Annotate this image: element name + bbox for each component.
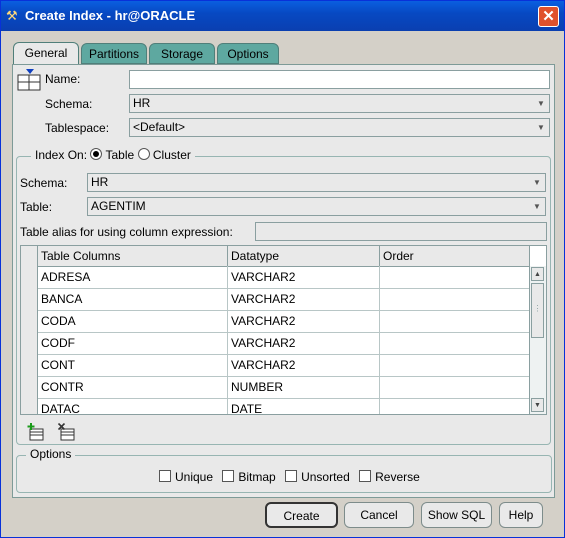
tablespace-label: Tablespace: [45, 121, 110, 135]
unique-label[interactable]: Unique [175, 470, 213, 484]
index-on-legend: Index On: Table Cluster [31, 148, 195, 162]
help-button[interactable]: Help [499, 502, 543, 528]
table-schema-select[interactable]: HR ▼ [87, 173, 546, 192]
table-radio-label[interactable]: Table [106, 148, 135, 162]
cell-datatype[interactable]: DATE [228, 398, 380, 414]
row-header[interactable] [21, 310, 38, 332]
reverse-label[interactable]: Reverse [375, 470, 420, 484]
table-row[interactable]: ADRESA VARCHAR2 [21, 266, 530, 289]
cell-column[interactable]: ADRESA [38, 266, 228, 288]
cell-order[interactable] [380, 332, 530, 354]
table-value: AGENTIM [91, 199, 146, 213]
schema-value: HR [133, 96, 151, 110]
unsorted-label[interactable]: Unsorted [301, 470, 350, 484]
alias-input[interactable] [255, 222, 547, 241]
delete-row-icon[interactable] [57, 422, 76, 441]
tab-storage[interactable]: Storage [149, 43, 215, 64]
row-header[interactable] [21, 376, 38, 398]
table-row[interactable]: CONTR NUMBER [21, 376, 530, 399]
tab-partitions[interactable]: Partitions [81, 43, 147, 64]
cell-column[interactable]: CONTR [38, 376, 228, 398]
app-icon: ⚒ [6, 8, 18, 23]
cell-order[interactable] [380, 310, 530, 332]
table-row[interactable]: CODF VARCHAR2 [21, 332, 530, 355]
window-title: Create Index - hr@ORACLE [25, 8, 196, 23]
tablespace-value: <Default> [133, 120, 186, 134]
column-header-order[interactable]: Order [380, 246, 530, 266]
row-header[interactable] [21, 332, 38, 354]
reverse-checkbox[interactable] [359, 470, 372, 482]
name-input[interactable] [129, 70, 550, 89]
table-select[interactable]: AGENTIM ▼ [87, 197, 546, 216]
table-label: Table: [20, 200, 53, 214]
table-schema-value: HR [91, 175, 109, 189]
dropdown-arrow-icon: ▼ [533, 202, 541, 211]
close-button[interactable]: ✕ [538, 6, 559, 27]
cell-column[interactable]: CODF [38, 332, 228, 354]
options-checkboxes: Unique Bitmap Unsorted Reverse [159, 470, 420, 484]
row-header-corner [21, 246, 38, 266]
table-row[interactable]: DATAC DATE [21, 398, 530, 414]
table-row[interactable]: CODA VARCHAR2 [21, 310, 530, 333]
table-header: Table Columns Datatype Order [21, 246, 530, 267]
vertical-scrollbar[interactable]: ▲ ⋮ ▼ [529, 266, 546, 414]
unique-checkbox[interactable] [159, 470, 171, 482]
unsorted-checkbox[interactable] [285, 470, 298, 482]
table-radio[interactable] [90, 148, 103, 160]
tab-general[interactable]: General [13, 42, 79, 65]
table-row[interactable]: BANCA VARCHAR2 [21, 288, 530, 311]
cell-order[interactable] [380, 354, 530, 376]
cell-datatype[interactable]: VARCHAR2 [228, 266, 380, 288]
cell-datatype[interactable]: VARCHAR2 [228, 310, 380, 332]
dropdown-arrow-icon: ▼ [537, 99, 545, 108]
columns-table: Table Columns Datatype Order ADRESA VARC… [20, 245, 547, 415]
schema-label: Schema: [45, 97, 93, 111]
cell-column[interactable]: CODA [38, 310, 228, 332]
schema-select[interactable]: HR ▼ [129, 94, 550, 113]
index-on-label: Index On: [35, 148, 88, 162]
cell-column[interactable]: CONT [38, 354, 228, 376]
cell-order[interactable] [380, 288, 530, 310]
options-legend: Options [26, 447, 76, 461]
cluster-radio[interactable] [137, 148, 150, 160]
table-row[interactable]: CONT VARCHAR2 [21, 354, 530, 377]
table-schema-label: Schema: [20, 176, 68, 190]
dropdown-arrow-icon: ▼ [533, 178, 541, 187]
add-row-icon[interactable] [27, 423, 45, 441]
cell-datatype[interactable]: VARCHAR2 [228, 288, 380, 310]
scroll-thumb[interactable]: ⋮ [531, 283, 544, 338]
cluster-radio-label[interactable]: Cluster [153, 148, 191, 162]
dropdown-arrow-icon: ▼ [537, 123, 545, 132]
general-panel: Name: Schema: HR ▼ Tablespace: <Default>… [12, 64, 555, 498]
row-header[interactable] [21, 266, 38, 288]
tablespace-select[interactable]: <Default> ▼ [129, 118, 550, 137]
row-header[interactable] [21, 354, 38, 376]
alias-label: Table alias for using column expression: [20, 225, 233, 239]
cell-datatype[interactable]: VARCHAR2 [228, 332, 380, 354]
cell-order[interactable] [380, 376, 530, 398]
create-index-dialog: ⚒ Create Index - hr@ORACLE ✕ General Par… [0, 0, 565, 538]
cell-column[interactable]: DATAC [38, 398, 228, 414]
column-header-datatype[interactable]: Datatype [228, 246, 380, 266]
show-sql-button[interactable]: Show SQL [421, 502, 492, 528]
cancel-button[interactable]: Cancel [344, 502, 414, 528]
cell-order[interactable] [380, 266, 530, 288]
row-header[interactable] [21, 398, 38, 414]
create-button[interactable]: Create [265, 502, 338, 528]
bitmap-checkbox[interactable] [222, 470, 235, 482]
title-bar[interactable]: ⚒ Create Index - hr@ORACLE ✕ [1, 1, 564, 31]
scroll-down-icon[interactable]: ▼ [531, 398, 544, 412]
cell-datatype[interactable]: VARCHAR2 [228, 354, 380, 376]
cell-column[interactable]: BANCA [38, 288, 228, 310]
index-icon [17, 69, 41, 91]
column-header-columns[interactable]: Table Columns [38, 246, 228, 266]
name-label: Name: [45, 72, 81, 86]
cell-order[interactable] [380, 398, 530, 414]
tab-options[interactable]: Options [217, 43, 279, 64]
bitmap-label[interactable]: Bitmap [238, 470, 275, 484]
row-header[interactable] [21, 288, 38, 310]
cell-datatype[interactable]: NUMBER [228, 376, 380, 398]
scroll-up-icon[interactable]: ▲ [531, 267, 544, 281]
